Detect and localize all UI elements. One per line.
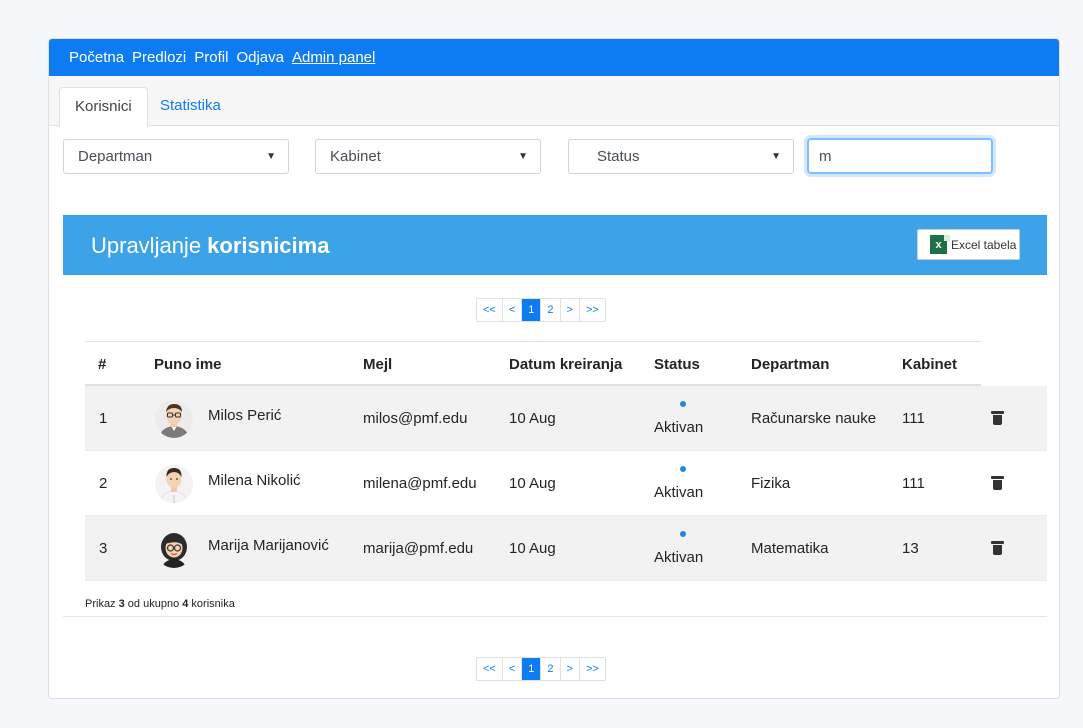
excel-export-label: Excel tabela: [951, 237, 1017, 252]
header-email: Mejl: [363, 356, 393, 373]
pager-next[interactable]: >: [561, 658, 580, 680]
caret-down-icon: ▼: [266, 151, 276, 162]
row-status: Aktivan: [654, 419, 704, 436]
header-date: Datum kreiranja: [509, 356, 623, 373]
row-number: 1: [99, 410, 108, 427]
search-input[interactable]: [807, 138, 993, 174]
header-num: #: [98, 356, 107, 373]
row-department: Fizika: [751, 475, 791, 492]
results-summary: Prikaz 3 od ukupno 4 korisnika: [85, 598, 235, 610]
avatar-female-glasses: [155, 530, 193, 568]
trash-icon[interactable]: [991, 411, 1004, 425]
cabinet-select-label: Kabinet: [330, 148, 381, 165]
nav-admin-panel[interactable]: Admin panel: [292, 49, 375, 66]
panel-title: Upravljanje korisnicima: [91, 233, 330, 258]
status-dot-icon: [680, 401, 686, 407]
pager-page-2[interactable]: 2: [541, 658, 561, 680]
avatar-male-glasses: [155, 400, 193, 438]
users-table: # Puno ime Mejl Datum kreiranja Status D…: [85, 341, 1047, 581]
top-navbar: Početna Predlozi Profil Odjava Admin pan…: [49, 39, 1059, 76]
pager-first[interactable]: <<: [477, 658, 503, 680]
caret-down-icon: ▼: [771, 151, 781, 162]
row-date: 10 Aug: [509, 410, 556, 427]
row-cabinet: 111: [902, 410, 925, 427]
caret-down-icon: ▼: [518, 151, 528, 162]
department-select[interactable]: Departman ▼: [63, 139, 289, 174]
table-row: 2 Milena Nikolić milena@pmf.edu 10 Aug A…: [85, 451, 1047, 516]
tab-bar: Korisnici Statistika: [49, 76, 1059, 127]
header-department: Departman: [751, 356, 830, 373]
table-row: 3 Marija Marijanović marija@pmf.edu 10 A…: [85, 516, 1047, 581]
admin-card: Početna Predlozi Profil Odjava Admin pan…: [48, 38, 1060, 699]
header-cabinet: Kabinet: [902, 356, 958, 373]
row-department: Matematika: [751, 540, 829, 557]
table-header: # Puno ime Mejl Datum kreiranja Status D…: [85, 341, 981, 386]
department-select-label: Departman: [78, 148, 153, 165]
trash-icon[interactable]: [991, 541, 1004, 555]
row-name: Milos Perić: [208, 407, 282, 424]
excel-export-button[interactable]: x Excel tabela: [917, 229, 1020, 260]
row-number: 2: [99, 475, 108, 492]
pager-page-2[interactable]: 2: [541, 299, 561, 321]
divider: [63, 616, 1047, 617]
header-name: Puno ime: [154, 356, 222, 373]
row-name: Milena Nikolić: [208, 472, 301, 489]
row-email: milos@pmf.edu: [363, 410, 468, 427]
row-email: marija@pmf.edu: [363, 540, 474, 557]
tab-statistika[interactable]: Statistika: [145, 87, 236, 127]
row-number: 3: [99, 540, 108, 557]
table-row: 1 Milos Perić milos@pmf.edu 10 Aug Aktiv…: [85, 386, 1047, 451]
avatar: [155, 400, 193, 438]
pager-last[interactable]: >>: [580, 299, 605, 321]
trash-icon[interactable]: [991, 476, 1004, 490]
row-date: 10 Aug: [509, 475, 556, 492]
pager-last[interactable]: >>: [580, 658, 605, 680]
nav-pocetna[interactable]: Početna: [69, 49, 124, 66]
status-select-label: Status: [597, 148, 640, 165]
row-department: Računarske nauke: [751, 410, 877, 427]
nav-odjava[interactable]: Odjava: [236, 49, 284, 66]
row-cabinet: 111: [902, 475, 925, 492]
tab-korisnici[interactable]: Korisnici: [59, 87, 148, 127]
pagination-bottom: << < 1 2 > >>: [476, 657, 606, 681]
pager-page-1[interactable]: 1: [522, 299, 542, 321]
avatar: [155, 530, 193, 568]
pagination-top: << < 1 2 > >>: [476, 298, 606, 322]
pager-prev[interactable]: <: [503, 658, 523, 680]
avatar-male: [155, 465, 193, 503]
row-date: 10 Aug: [509, 540, 556, 557]
panel-header: Upravljanje korisnicima x Excel tabela: [63, 215, 1047, 275]
row-status: Aktivan: [654, 549, 704, 566]
row-email: milena@pmf.edu: [363, 475, 477, 492]
pager-page-1[interactable]: 1: [522, 658, 542, 680]
pager-prev[interactable]: <: [503, 299, 523, 321]
nav-profil[interactable]: Profil: [194, 49, 228, 66]
excel-icon: x: [930, 235, 950, 254]
row-cabinet: 13: [902, 540, 919, 557]
avatar: [155, 465, 193, 503]
row-name: Marija Marijanović: [208, 537, 329, 554]
pager-next[interactable]: >: [561, 299, 580, 321]
nav-predlozi[interactable]: Predlozi: [132, 49, 186, 66]
status-dot-icon: [680, 466, 686, 472]
header-status: Status: [654, 356, 700, 373]
status-dot-icon: [680, 531, 686, 537]
pager-first[interactable]: <<: [477, 299, 503, 321]
cabinet-select[interactable]: Kabinet ▼: [315, 139, 541, 174]
status-select[interactable]: Status ▼: [568, 139, 794, 174]
row-status: Aktivan: [654, 484, 704, 501]
